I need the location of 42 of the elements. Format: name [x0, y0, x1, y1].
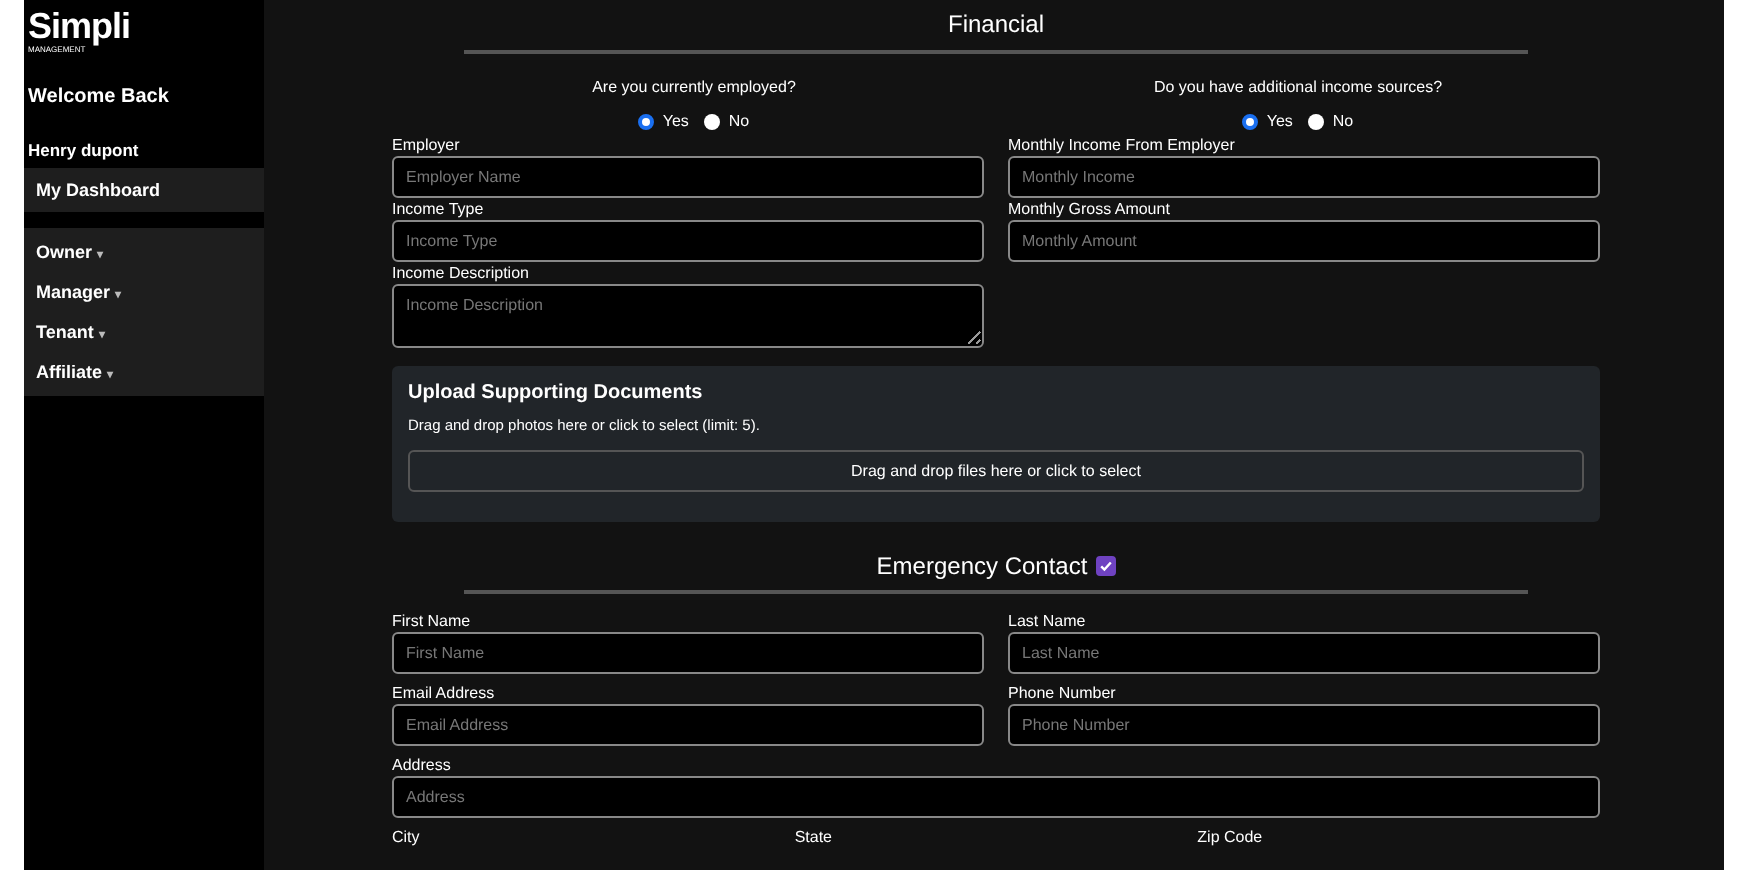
field-label: Address — [392, 754, 453, 776]
field-label: Phone Number — [1008, 682, 1118, 704]
field-label: Income Description — [392, 262, 531, 284]
radio-icon[interactable] — [704, 113, 721, 129]
input-field[interactable]: Income Type — [392, 220, 984, 262]
section-title: Financial — [945, 10, 1047, 38]
radio-option[interactable]: Yes — [638, 112, 689, 130]
section-title: Emergency Contact — [876, 552, 1088, 580]
text-area[interactable]: Income Description — [392, 284, 984, 348]
dashboard-link[interactable]: My Dashboard — [24, 168, 264, 212]
dropzone[interactable]: Drag and drop files here or click to select — [408, 450, 1584, 492]
radio-icon[interactable] — [638, 113, 655, 129]
input-field[interactable]: Monthly Income — [1008, 156, 1600, 198]
radio-icon[interactable] — [1242, 113, 1259, 129]
checkbox[interactable] — [1095, 556, 1116, 576]
input-field[interactable]: Monthly Amount — [1008, 220, 1600, 262]
input-field[interactable]: Phone Number — [1008, 704, 1600, 746]
radio-option[interactable]: No — [704, 112, 750, 130]
field-label: Employer — [392, 134, 462, 156]
logo-text: Simpli — [28, 8, 133, 44]
question-text: Are you currently employed? — [590, 78, 798, 96]
radio-option[interactable]: No — [1308, 112, 1354, 130]
radio-icon[interactable] — [1308, 113, 1325, 129]
field-label: Income Type — [392, 198, 486, 220]
input-field[interactable]: Email Address — [392, 704, 984, 746]
question-text: Do you have additional income sources? — [1151, 78, 1445, 96]
field-label: Zip Code — [1197, 826, 1265, 848]
field-label: City — [392, 826, 422, 848]
field-label: Last Name — [1008, 610, 1088, 632]
welcome-heading: Welcome Back — [28, 86, 171, 108]
field-label: State — [794, 826, 835, 848]
input-field[interactable]: Employer Name — [392, 156, 984, 198]
field-label: Monthly Income From Employer — [1008, 134, 1237, 156]
input-field[interactable]: Address — [392, 776, 1600, 818]
input-field[interactable]: First Name — [392, 632, 984, 674]
field-label: Monthly Gross Amount — [1008, 198, 1172, 220]
upload-title: Upload Supporting Documents — [408, 382, 705, 404]
radio-option[interactable]: Yes — [1242, 112, 1293, 130]
field-label: Email Address — [392, 682, 497, 704]
field-label: First Name — [392, 610, 473, 632]
user-name: Henry dupont — [28, 140, 141, 160]
input-field[interactable]: Last Name — [1008, 632, 1600, 674]
